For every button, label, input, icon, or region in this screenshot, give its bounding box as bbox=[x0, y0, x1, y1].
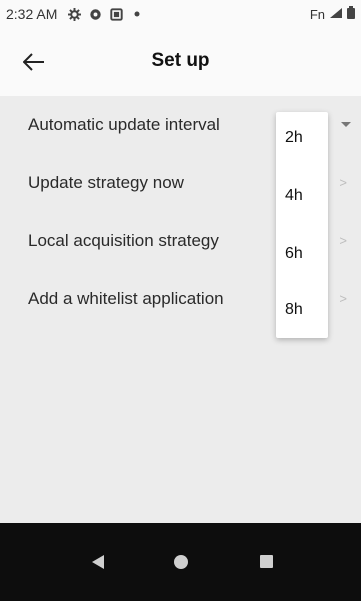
chevron-right-icon: > bbox=[339, 233, 347, 248]
battery-icon bbox=[347, 6, 355, 22]
interval-option-2h[interactable]: 2h bbox=[276, 112, 328, 164]
nav-back-icon[interactable] bbox=[92, 555, 104, 569]
status-right: Fn bbox=[310, 6, 355, 22]
interval-option-4h[interactable]: 4h bbox=[276, 170, 328, 222]
setting-label: Automatic update interval bbox=[28, 115, 220, 134]
interval-option-8h[interactable]: 8h bbox=[276, 284, 328, 336]
vpn-key-icon bbox=[88, 7, 102, 21]
interval-option-6h[interactable]: 6h bbox=[276, 228, 328, 280]
setting-label: Update strategy now bbox=[28, 173, 184, 192]
navigation-bar bbox=[0, 523, 361, 601]
dot-icon bbox=[130, 7, 144, 21]
setting-label: Add a whitelist application bbox=[28, 289, 224, 308]
status-fn-text: Fn bbox=[309, 6, 325, 22]
page-title: Set up bbox=[151, 50, 210, 71]
dropdown-arrow-icon bbox=[341, 122, 351, 127]
setting-label: Local acquisition strategy bbox=[28, 231, 219, 250]
chevron-right-icon: > bbox=[339, 175, 347, 190]
status-time: 2:32 AM bbox=[6, 6, 58, 22]
status-bar: 2:32 AM Fn bbox=[0, 0, 361, 28]
chevron-right-icon: > bbox=[339, 291, 347, 306]
gear-icon bbox=[67, 7, 81, 21]
app-bar: Set up bbox=[0, 28, 361, 96]
sim-card-icon bbox=[109, 7, 123, 21]
interval-dropdown-menu: 2h 4h 6h 8h bbox=[276, 112, 328, 338]
nav-recents-icon[interactable] bbox=[260, 555, 273, 568]
signal-icon bbox=[329, 7, 343, 22]
nav-home-icon[interactable] bbox=[174, 555, 188, 569]
